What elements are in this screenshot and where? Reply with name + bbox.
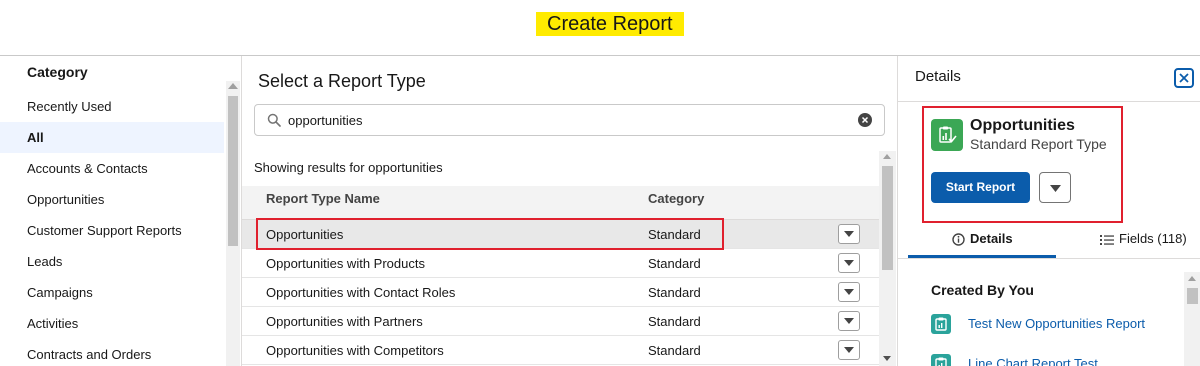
column-header-name[interactable]: Report Type Name: [266, 186, 380, 212]
details-scroll-up-arrow[interactable]: [1188, 276, 1196, 281]
table-header: Report Type Name Category: [242, 186, 880, 220]
chevron-down-icon: [844, 260, 854, 266]
chevron-down-icon: [1050, 185, 1061, 192]
table-scroll-down-arrow[interactable]: [883, 356, 891, 361]
category-sidebar: Category Recently Used All Accounts & Co…: [0, 56, 242, 366]
chevron-down-icon: [844, 289, 854, 295]
category-list: Recently Used All Accounts & Contacts Op…: [0, 91, 224, 366]
sidebar-item-customer-support-reports[interactable]: Customer Support Reports: [0, 215, 224, 246]
report-link[interactable]: Test New Opportunities Report: [931, 314, 1171, 334]
column-header-category[interactable]: Category: [648, 186, 704, 212]
details-panel: Details Opportunities Standard Report Ty…: [897, 56, 1200, 366]
results-label: Showing results for opportunities: [254, 160, 443, 175]
report-type-icon: [931, 119, 963, 151]
sidebar-item-all[interactable]: All: [0, 122, 224, 153]
start-report-button[interactable]: Start Report: [931, 172, 1030, 203]
row-menu-button[interactable]: [838, 224, 860, 244]
divider: [898, 101, 1200, 102]
page-header: Create Report: [0, 0, 1200, 56]
sidebar-item-leads[interactable]: Leads: [0, 246, 224, 277]
search-box[interactable]: [254, 104, 885, 136]
table-row[interactable]: Opportunities with Partners Standard: [242, 307, 880, 336]
row-menu-button[interactable]: [838, 340, 860, 360]
details-scrollbar[interactable]: [1184, 272, 1200, 366]
sidebar-item-activities[interactable]: Activities: [0, 308, 224, 339]
clear-search-icon[interactable]: [858, 113, 872, 127]
report-link[interactable]: Line Chart Report Test: [931, 354, 1171, 366]
chevron-down-icon: [844, 347, 854, 353]
report-icon: [931, 354, 951, 366]
report-type-category: Standard: [648, 256, 701, 271]
row-menu-button[interactable]: [838, 253, 860, 273]
table-scroll-up-arrow[interactable]: [883, 154, 891, 159]
tab-details-label: Details: [970, 231, 1013, 246]
tab-fields[interactable]: Fields (118): [1100, 228, 1187, 258]
table-row[interactable]: Opportunities with Products Standard: [242, 249, 880, 278]
details-title: Details: [915, 68, 961, 85]
report-type-name: Opportunities: [970, 117, 1075, 134]
page-title: Create Report: [536, 12, 684, 36]
details-scrollbar-thumb[interactable]: [1187, 288, 1198, 304]
report-type-name: Opportunities: [266, 227, 344, 242]
tab-details[interactable]: Details: [952, 228, 1013, 258]
search-input[interactable]: [288, 110, 848, 130]
report-type-subtitle: Standard Report Type: [970, 136, 1107, 152]
panel-title: Select a Report Type: [258, 71, 426, 91]
report-type-name: Opportunities with Partners: [266, 314, 423, 329]
sidebar-scroll-up-arrow[interactable]: [228, 83, 238, 89]
sidebar-scrollbar-thumb[interactable]: [228, 96, 238, 246]
report-type-panel: Select a Report Type Showing results for…: [242, 56, 897, 366]
report-type-category: Standard: [648, 343, 701, 358]
more-actions-button[interactable]: [1039, 172, 1071, 203]
report-link-label: Test New Opportunities Report: [968, 316, 1146, 331]
report-type-name: Opportunities with Products: [266, 256, 425, 271]
close-details-button[interactable]: [1174, 68, 1194, 88]
row-menu-button[interactable]: [838, 311, 860, 331]
report-type-category: Standard: [648, 314, 701, 329]
report-type-name: Opportunities with Contact Roles: [266, 285, 456, 300]
sidebar-item-contracts-orders[interactable]: Contracts and Orders: [0, 339, 224, 366]
tab-fields-label: Fields (118): [1119, 231, 1187, 246]
table-row[interactable]: Opportunities Standard: [242, 220, 880, 249]
report-icon: [931, 314, 951, 334]
close-icon: [1179, 73, 1189, 83]
info-icon: [952, 233, 965, 246]
created-by-you-heading: Created By You: [931, 282, 1034, 298]
divider: [898, 258, 1200, 259]
table-scrollbar-thumb[interactable]: [882, 166, 893, 270]
chevron-down-icon: [844, 318, 854, 324]
sidebar-item-accounts-contacts[interactable]: Accounts & Contacts: [0, 153, 224, 184]
report-type-category: Standard: [648, 227, 701, 242]
report-type-name: Opportunities with Competitors: [266, 343, 444, 358]
table-row[interactable]: Opportunities with Competitors Standard: [242, 336, 880, 365]
sidebar-item-recently-used[interactable]: Recently Used: [0, 91, 224, 122]
report-type-category: Standard: [648, 285, 701, 300]
chevron-down-icon: [844, 231, 854, 237]
row-menu-button[interactable]: [838, 282, 860, 302]
sidebar-item-opportunities[interactable]: Opportunities: [0, 184, 224, 215]
report-link-label: Line Chart Report Test: [968, 356, 1098, 366]
list-icon: [1100, 234, 1114, 245]
sidebar-item-campaigns[interactable]: Campaigns: [0, 277, 224, 308]
search-icon: [267, 113, 281, 127]
sidebar-heading: Category: [27, 64, 88, 80]
table-row[interactable]: Opportunities with Contact Roles Standar…: [242, 278, 880, 307]
